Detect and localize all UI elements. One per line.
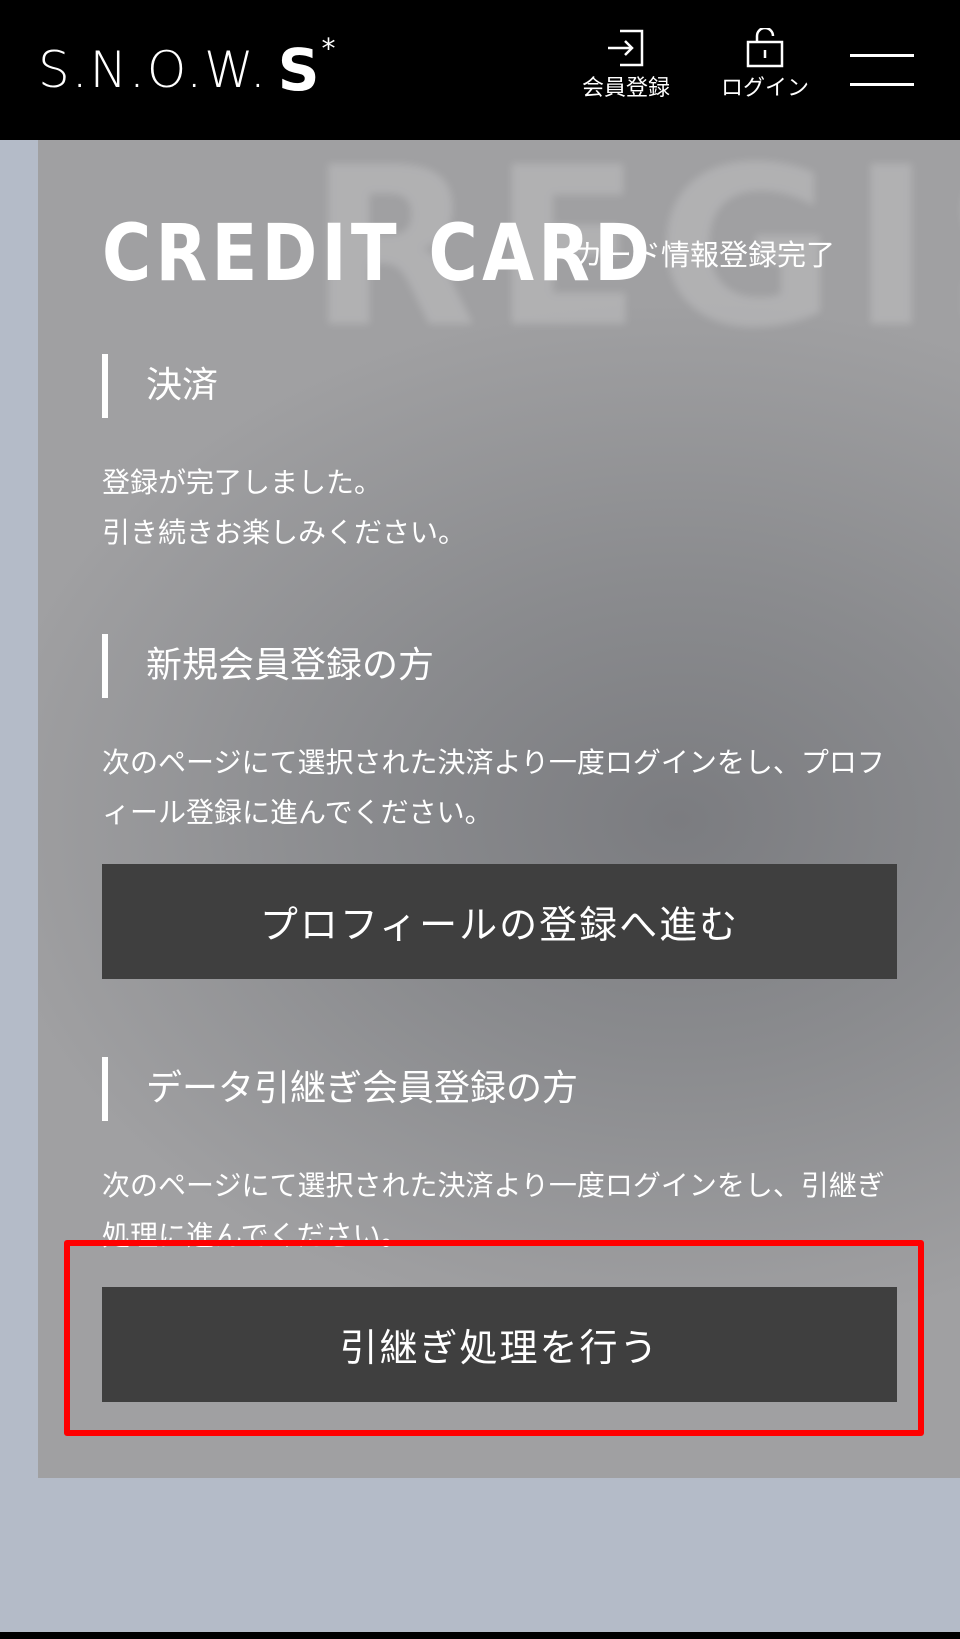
site-header: S.N.O.W. S * 会員登録 ログイン xyxy=(0,0,960,140)
page-title: CREDIT CARD xyxy=(102,209,655,299)
menu-line xyxy=(850,83,914,86)
lock-icon xyxy=(746,28,784,68)
logo-s: S xyxy=(277,36,320,104)
section-heading-data-transfer: データ引継ぎ会員登録の方 xyxy=(102,1057,578,1121)
payment-message-line2: 引き続きお楽しみください。 xyxy=(102,516,467,549)
menu-line xyxy=(850,54,914,57)
logo-star: * xyxy=(321,32,336,65)
snows-logo[interactable]: S.N.O.W. S * xyxy=(38,30,336,110)
highlight-box xyxy=(64,1240,924,1436)
login-label: ログイン xyxy=(720,76,809,101)
payment-message: 登録が完了しました。 引き続きお楽しみください。 xyxy=(102,458,892,558)
register-button[interactable]: 会員登録 xyxy=(571,28,681,118)
section-heading-payment: 決済 xyxy=(102,354,218,418)
page-subtitle: カード情報登録完了 xyxy=(574,238,836,272)
logo-text: S.N.O.W. xyxy=(38,41,268,99)
login-button[interactable]: ログイン xyxy=(710,28,820,118)
new-member-message: 次のページにて選択された決済より一度ログインをし、プロフィール登録に進んでくださ… xyxy=(102,746,885,829)
section-heading-new-member: 新規会員登録の方 xyxy=(102,634,434,698)
hamburger-menu-icon[interactable] xyxy=(850,50,914,90)
sign-in-icon xyxy=(608,29,644,67)
profile-register-button[interactable]: プロフィールの登録へ進む xyxy=(102,864,897,979)
register-label: 会員登録 xyxy=(581,76,670,101)
bottom-bar xyxy=(0,1632,960,1639)
payment-message-line1: 登録が完了しました。 xyxy=(102,466,383,499)
